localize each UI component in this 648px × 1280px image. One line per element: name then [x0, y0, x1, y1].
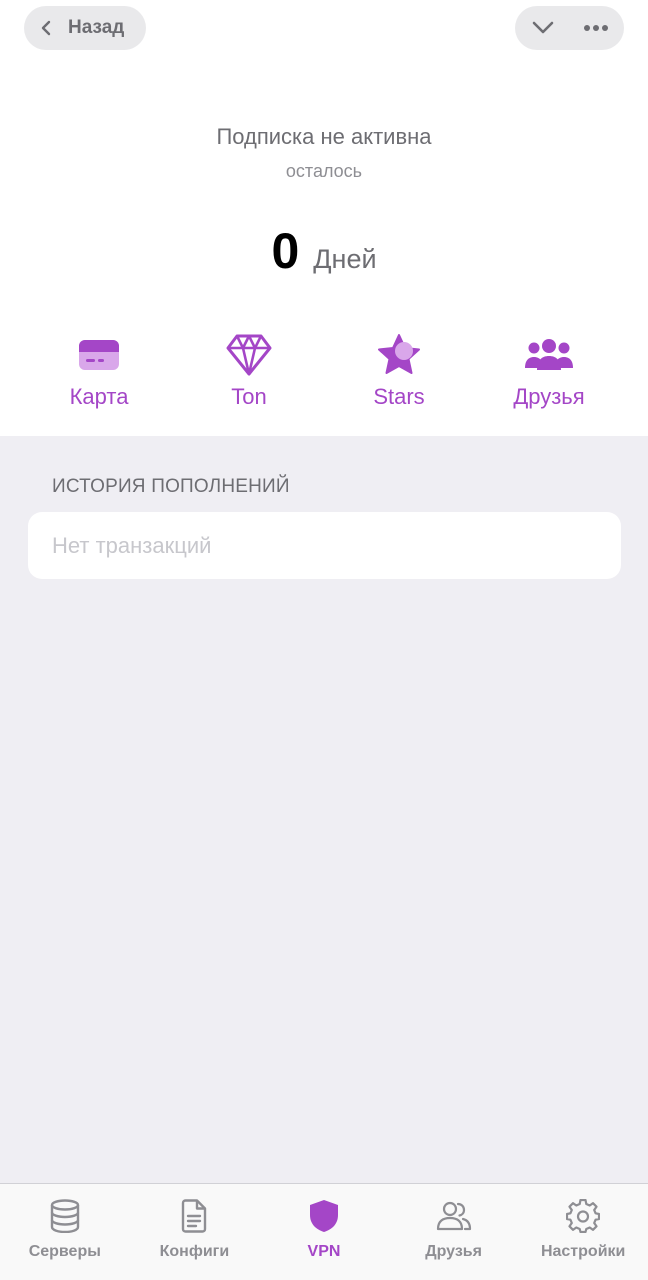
back-button[interactable]: Назад: [24, 6, 146, 50]
credit-card-icon: [79, 340, 119, 370]
history-title: ИСТОРИЯ ПОПОЛНЕНИЙ: [52, 476, 290, 497]
users-icon: [436, 1201, 471, 1231]
star-icon: [378, 334, 420, 374]
document-icon: [182, 1199, 207, 1233]
tab-label: Настройки: [540, 1243, 626, 1260]
tab-vpn[interactable]: VPN: [259, 1184, 389, 1280]
more-dots-icon: [584, 25, 608, 31]
payment-method-stars[interactable]: Stars: [324, 330, 474, 420]
days-counter: 0 Дней: [0, 222, 648, 280]
chevron-left-icon: [41, 20, 51, 36]
gear-icon: [566, 1199, 601, 1233]
days-unit: Дней: [313, 244, 377, 274]
tab-servers[interactable]: Серверы: [0, 1184, 130, 1280]
tab-bar: Серверы Конфиги VPN Друзья Настройки: [0, 1183, 648, 1280]
diamond-icon: [226, 334, 272, 376]
payment-method-label: Друзья: [513, 384, 585, 409]
chevron-down-icon: [532, 21, 554, 34]
days-value: 0: [271, 223, 300, 279]
tab-friends[interactable]: Друзья: [389, 1184, 519, 1280]
more-button[interactable]: [582, 14, 610, 42]
tab-label: Серверы: [28, 1243, 101, 1260]
payment-method-label: Ton: [231, 384, 267, 409]
tab-label: VPN: [307, 1243, 341, 1260]
payment-method-card[interactable]: Карта: [24, 330, 174, 420]
history-empty-text: Нет транзакций: [52, 532, 212, 558]
payment-method-ton[interactable]: Ton: [174, 330, 324, 420]
payment-method-friends[interactable]: Друзья: [474, 330, 624, 420]
tab-label: Конфиги: [159, 1243, 230, 1260]
tab-configs[interactable]: Конфиги: [130, 1184, 260, 1280]
collapse-button[interactable]: [529, 14, 557, 42]
friends-icon: [525, 339, 573, 370]
subscription-status: Подписка не активна: [216, 124, 432, 149]
tab-settings[interactable]: Настройки: [518, 1184, 648, 1280]
remaining-label: осталось: [285, 161, 363, 181]
payment-methods: Карта Ton Stars Друзья: [24, 330, 624, 420]
shield-icon: [309, 1200, 338, 1232]
header-actions: [515, 6, 624, 50]
subscription-panel: Назад Подписка не активна осталось 0 Дне…: [0, 0, 648, 436]
history-list: Нет транзакций: [28, 512, 621, 579]
payment-method-label: Карта: [69, 384, 129, 409]
database-icon: [50, 1199, 79, 1233]
tab-label: Друзья: [425, 1243, 482, 1260]
payment-method-label: Stars: [373, 384, 425, 409]
back-label: Назад: [68, 17, 125, 38]
